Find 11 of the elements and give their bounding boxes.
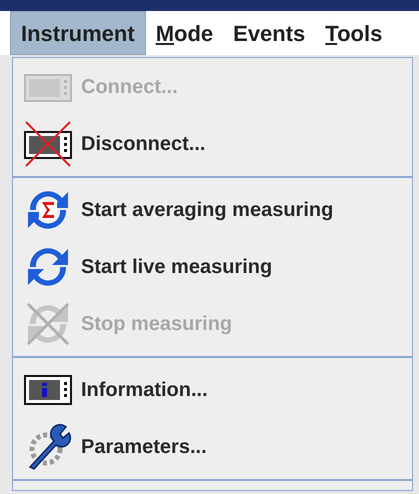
- info-monitor-icon: [24, 372, 72, 406]
- crossed-monitor-icon: [24, 120, 72, 168]
- menu-title[interactable]: Instrument: [10, 11, 146, 55]
- menu-item[interactable]: Disconnect...: [13, 115, 412, 172]
- menu-item[interactable]: Parameters...: [13, 418, 412, 475]
- menu-title[interactable]: Tools: [315, 11, 392, 55]
- menu-item[interactable]: Start live measuring: [13, 238, 412, 295]
- menu-item[interactable]: Start averaging measuring: [13, 181, 412, 238]
- menu-title[interactable]: Events: [223, 11, 316, 55]
- menu-item[interactable]: Information...: [13, 361, 412, 418]
- menu-title[interactable]: Mode: [146, 11, 224, 55]
